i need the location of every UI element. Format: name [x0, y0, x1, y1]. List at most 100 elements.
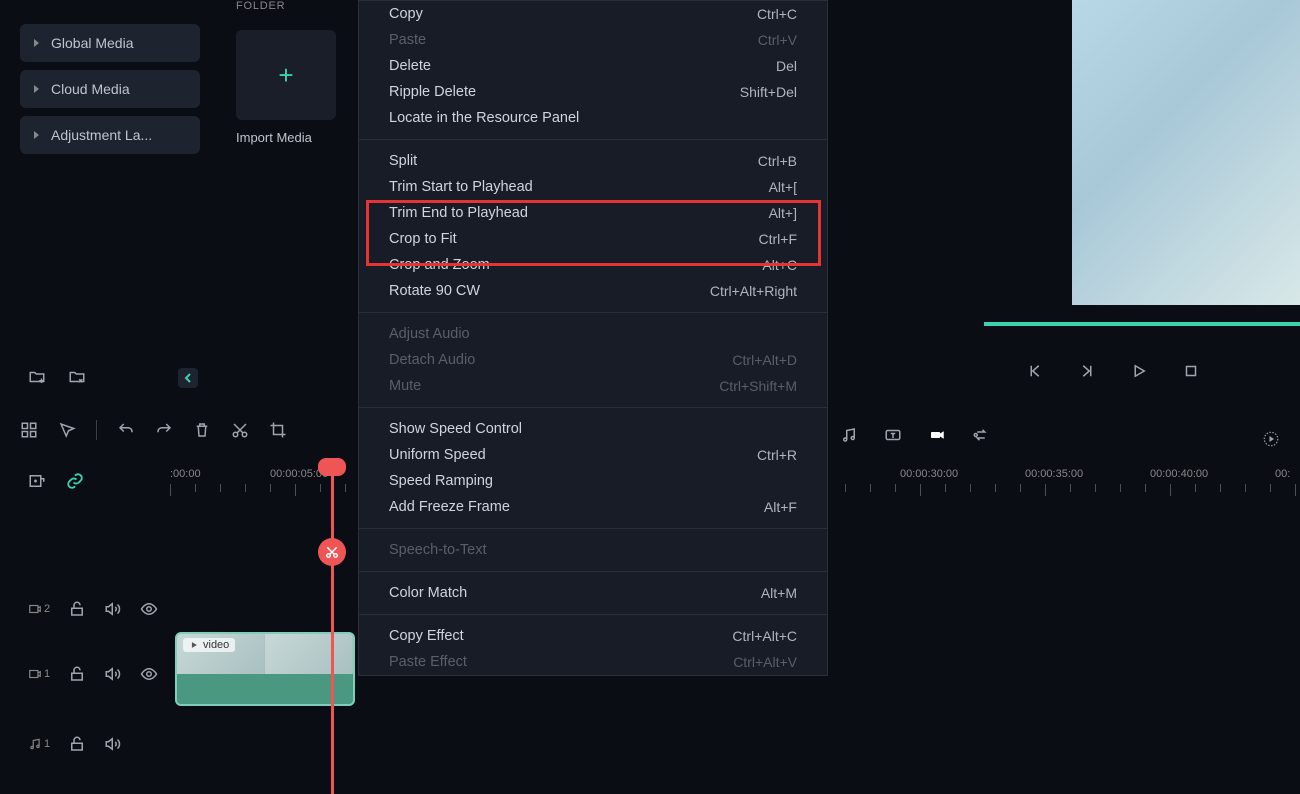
add-track-icon[interactable] [28, 472, 46, 490]
menu-item-label: Color Match [389, 585, 467, 601]
menu-item-locate-in-the-resource-panel[interactable]: Locate in the Resource Panel [359, 105, 827, 131]
mute-icon[interactable] [104, 665, 122, 683]
menu-item-label: Delete [389, 58, 431, 74]
menu-divider [359, 139, 827, 140]
timeline-toolbar [20, 420, 287, 440]
menu-item-trim-start-to-playhead[interactable]: Trim Start to PlayheadAlt+[ [359, 174, 827, 200]
crop-icon[interactable] [269, 421, 287, 439]
plus-icon: + [278, 60, 293, 91]
lock-icon[interactable] [68, 600, 86, 618]
sidebar-item-adjustment-layer[interactable]: Adjustment La... [20, 116, 200, 154]
toolbar-separator [96, 420, 97, 440]
sidebar-item-label: Adjustment La... [51, 127, 152, 143]
playhead-handle[interactable] [318, 458, 346, 476]
menu-item-uniform-speed[interactable]: Uniform Speed Ctrl+R [359, 442, 827, 468]
menu-item-label: Speed Ramping [389, 473, 493, 489]
delete-folder-icon[interactable] [68, 368, 86, 386]
menu-item-label: Trim End to Playhead [389, 205, 528, 221]
audio-track-1-controls: 1 [28, 735, 168, 753]
sidebar-collapse-button[interactable] [178, 368, 198, 388]
menu-divider [359, 528, 827, 529]
ruler-label: 00:00:30:00 [900, 468, 958, 480]
record-icon[interactable] [928, 426, 946, 444]
menu-item-label: Show Speed Control [389, 421, 522, 437]
menu-item-speed-ramping[interactable]: Speed Ramping [359, 468, 827, 494]
render-button[interactable] [1262, 430, 1280, 453]
caret-right-icon [34, 131, 39, 139]
redo-icon[interactable] [155, 421, 173, 439]
menu-item-shortcut: Ctrl+V [758, 32, 797, 48]
menu-item-shortcut: Alt+C [762, 257, 797, 273]
menu-item-label: Paste Effect [389, 654, 467, 670]
sidebar-bottom-actions [28, 368, 86, 386]
menu-item-ripple-delete[interactable]: Ripple DeleteShift+Del [359, 79, 827, 105]
new-folder-icon[interactable] [28, 368, 46, 386]
menu-item-trim-end-to-playhead[interactable]: Trim End to Playhead Alt+] [359, 200, 827, 226]
visibility-icon[interactable] [140, 600, 158, 618]
sidebar-item-label: Cloud Media [51, 81, 130, 97]
sidebar-item-cloud-media[interactable]: Cloud Media [20, 70, 200, 108]
video-track-2-controls: 2 [28, 600, 168, 618]
menu-item-shortcut: Ctrl+F [759, 231, 798, 247]
menu-item-detach-audio: Detach AudioCtrl+Alt+D [359, 347, 827, 373]
import-media-button[interactable]: + [236, 30, 336, 120]
next-frame-icon[interactable] [1078, 362, 1096, 380]
menu-item-crop-to-fit[interactable]: Crop to Fit Ctrl+F [359, 226, 827, 252]
menu-item-delete[interactable]: Delete Del [359, 53, 827, 79]
sidebar-item-label: Global Media [51, 35, 134, 51]
stop-icon[interactable] [1182, 362, 1200, 380]
menu-item-label: Add Freeze Frame [389, 499, 510, 515]
sidebar-item-global-media[interactable]: Global Media [20, 24, 200, 62]
lock-icon[interactable] [68, 665, 86, 683]
menu-item-label: Uniform Speed [389, 447, 486, 463]
preview-progress[interactable] [984, 322, 1300, 326]
menu-item-shortcut: Del [776, 58, 797, 74]
menu-item-label: Crop and Zoom [389, 257, 490, 273]
menu-item-crop-and-zoom[interactable]: Crop and Zoom Alt+C [359, 252, 827, 278]
swap-icon[interactable] [972, 426, 990, 444]
preview-controls [1026, 362, 1200, 380]
menu-item-label: Trim Start to Playhead [389, 179, 533, 195]
playhead-split-button[interactable] [318, 538, 346, 566]
menu-item-split[interactable]: SplitCtrl+B [359, 148, 827, 174]
menu-item-shortcut: Ctrl+Alt+D [732, 352, 797, 368]
visibility-icon[interactable] [140, 665, 158, 683]
menu-item-shortcut: Ctrl+Alt+V [733, 654, 797, 670]
clip-label: video [183, 638, 235, 652]
undo-icon[interactable] [117, 421, 135, 439]
mute-icon[interactable] [104, 600, 122, 618]
menu-item-rotate-90-cw[interactable]: Rotate 90 CW Ctrl+Alt+Right [359, 278, 827, 304]
mute-icon[interactable] [104, 735, 122, 753]
menu-item-label: Ripple Delete [389, 84, 476, 100]
menu-item-shortcut: Alt+] [769, 205, 797, 221]
menu-item-label: Speech-to-Text [389, 542, 487, 558]
playhead[interactable] [331, 458, 334, 794]
timeline-toolbar-right [840, 426, 990, 444]
menu-item-color-match[interactable]: Color MatchAlt+M [359, 580, 827, 606]
audio-tool-icon[interactable] [840, 426, 858, 444]
menu-item-copy[interactable]: CopyCtrl+C [359, 1, 827, 27]
preview-viewport[interactable] [1072, 0, 1300, 305]
menu-item-label: Locate in the Resource Panel [389, 110, 579, 126]
menu-item-show-speed-control[interactable]: Show Speed Control [359, 416, 827, 442]
menu-item-copy-effect[interactable]: Copy EffectCtrl+Alt+C [359, 623, 827, 649]
play-icon[interactable] [1130, 362, 1148, 380]
menu-divider [359, 571, 827, 572]
prev-frame-icon[interactable] [1026, 362, 1044, 380]
cursor-icon[interactable] [58, 421, 76, 439]
menu-item-shortcut: Ctrl+R [757, 447, 797, 463]
menu-item-label: Copy [389, 6, 423, 22]
menu-item-label: Crop to Fit [389, 231, 457, 247]
folder-header: FOLDER [236, 0, 336, 12]
menu-item-add-freeze-frame[interactable]: Add Freeze FrameAlt+F [359, 494, 827, 520]
caret-right-icon [34, 85, 39, 93]
cut-icon[interactable] [231, 421, 249, 439]
text-tool-icon[interactable] [884, 426, 902, 444]
timeline-clip[interactable]: video [175, 632, 355, 706]
menu-item-label: Rotate 90 CW [389, 283, 480, 299]
link-icon[interactable] [66, 472, 84, 490]
menu-item-shortcut: Ctrl+Alt+Right [710, 283, 797, 299]
grid-icon[interactable] [20, 421, 38, 439]
lock-icon[interactable] [68, 735, 86, 753]
delete-icon[interactable] [193, 421, 211, 439]
